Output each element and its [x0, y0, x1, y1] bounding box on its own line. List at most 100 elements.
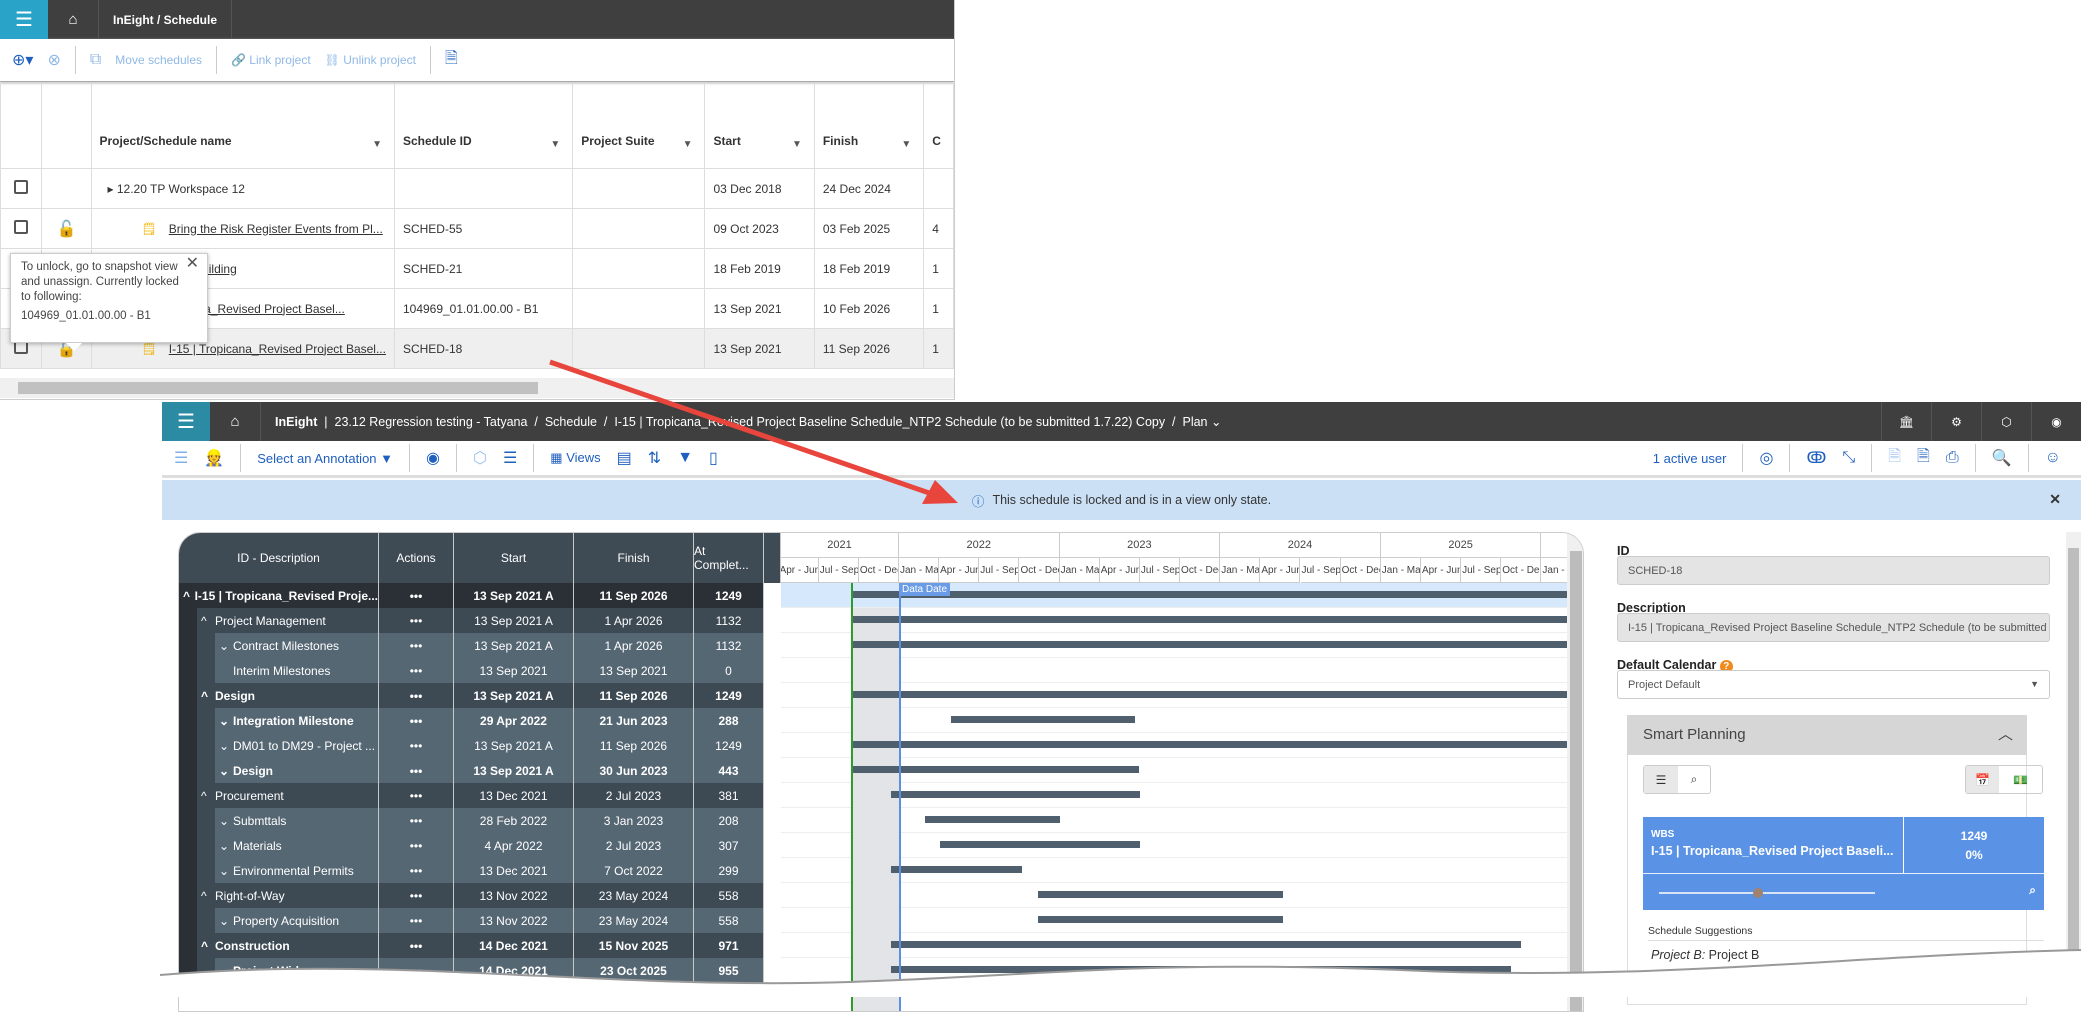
help-icon[interactable]: ⬡	[1981, 402, 2031, 441]
menu-icon[interactable]: ☰	[0, 0, 48, 39]
actions-menu-icon[interactable]: •••	[379, 733, 454, 758]
slider-handle[interactable]	[1753, 888, 1763, 898]
gantt-bar[interactable]	[850, 616, 1567, 623]
gantt-bar[interactable]	[890, 866, 1022, 873]
unlock-icon[interactable]: 🔓	[56, 221, 76, 238]
col-finish[interactable]: Finish	[574, 533, 694, 583]
actions-menu-icon[interactable]: •••	[379, 633, 454, 658]
grid-row[interactable]: ⌄ Property Acquisition ••• 13 Nov 2022 23 Ma…	[179, 908, 781, 933]
annotation-select[interactable]: Select an Annotation ▼	[257, 451, 393, 466]
expand-icon[interactable]: ▸	[108, 182, 114, 196]
schedule-link[interactable]: I-15 | Tropicana_Revised Project Basel..…	[169, 342, 386, 356]
actions-menu-icon[interactable]: •••	[379, 883, 454, 908]
gantt-bar[interactable]	[850, 691, 1567, 698]
actions-menu-icon[interactable]: •••	[379, 708, 454, 733]
vertical-scrollbar[interactable]	[1567, 533, 1583, 1011]
gantt-bar[interactable]	[850, 766, 1139, 773]
gantt-bar[interactable]	[850, 641, 1567, 648]
bank-icon[interactable]: 🏛	[1881, 402, 1931, 441]
search-icon[interactable]: ⌕	[1848, 965, 1855, 980]
grid-row[interactable]: ^ Procurement ••• 13 Dec 2021 2 Jul 2023 381	[179, 783, 781, 808]
expand-icon[interactable]: ⌄	[219, 814, 233, 828]
grid-row[interactable]: ^ Project Management ••• 13 Sep 2021 A1 Apr…	[179, 608, 781, 633]
col-start[interactable]: Start ▼	[704, 83, 815, 169]
actions-menu-icon[interactable]: •••	[379, 808, 454, 833]
expand-icon[interactable]: ⌄	[219, 914, 233, 928]
collapse-icon[interactable]: ^	[201, 614, 215, 628]
unlink-project-button[interactable]: ⛓ Unlink project	[325, 53, 416, 67]
crumb-schedule-name[interactable]: I-15 | Tropicana_Revised Project Baselin…	[614, 415, 1165, 429]
cube-icon[interactable]: ⬡	[473, 448, 487, 468]
gantt-bar[interactable]	[891, 966, 1511, 973]
actions-menu-icon[interactable]: •••	[379, 758, 454, 783]
actions-menu-icon[interactable]: •••	[379, 908, 454, 933]
close-icon[interactable]: ✕	[186, 256, 199, 272]
expand-icon[interactable]: ⌄	[219, 739, 233, 753]
search-icon[interactable]: 🔍	[1992, 448, 2012, 468]
gear-icon[interactable]: ⚙	[1931, 402, 1981, 441]
grid-row[interactable]: ^ Construction ••• 14 Dec 2021 15 Nov 2025 97…	[179, 933, 781, 958]
grid-row[interactable]: ⌄ Contract Milestones ••• 13 Sep 2021 A1 Ap…	[179, 633, 781, 658]
link-project-button[interactable]: 🔗 Link project	[231, 53, 311, 67]
gantt-bar[interactable]	[950, 716, 1135, 723]
grid-row[interactable]: ⌄ DM01 to DM29 - Project ... ••• 13 Sep 202…	[179, 733, 781, 758]
gantt-bar[interactable]	[850, 741, 1567, 748]
filter-icon[interactable]: ▼	[677, 449, 693, 467]
table-row[interactable]: 🔓 🗒 Bring the Risk Register Events from Pl…	[0, 208, 954, 249]
export-icon[interactable]: 🗎	[1917, 445, 1930, 472]
row-checkbox[interactable]	[14, 220, 29, 234]
grid-row[interactable]: ⌄ Submttals ••• 28 Feb 2022 3 Jan 2023 208	[179, 808, 781, 833]
horizontal-scrollbar[interactable]	[0, 378, 954, 398]
smart-planning-header[interactable]: Smart Planning ︿	[1627, 715, 2027, 755]
cancel-icon[interactable]: ⊗	[47, 50, 60, 70]
gantt-bar[interactable]	[1038, 916, 1283, 923]
snapshot-icon[interactable]: ◎	[1759, 448, 1773, 468]
col-id-description[interactable]: ID - Description	[179, 533, 379, 583]
calendar-select[interactable]: Project Default ▼	[1617, 670, 2050, 699]
path-icon[interactable]: ↂ	[1806, 448, 1826, 468]
col-finish[interactable]: Finish ▼	[813, 83, 925, 169]
expand-icon[interactable]: ⌄	[219, 764, 233, 778]
gantt-bar[interactable]	[891, 941, 1521, 948]
col-at-complete[interactable]: At Complet...	[694, 533, 764, 583]
gantt-bar[interactable]	[890, 791, 1140, 798]
col-c[interactable]: C	[923, 83, 954, 169]
col-name[interactable]: Project/Schedule name ▼	[90, 83, 395, 169]
collapse-icon[interactable]: ⤡	[1842, 449, 1855, 467]
home-icon[interactable]: ⌂	[48, 0, 99, 39]
grid-row[interactable]: ^ Right-of-Way ••• 13 Nov 2022 23 May 2024 55…	[179, 883, 781, 908]
views-button[interactable]: ▦ Views	[550, 450, 600, 466]
smart-icon[interactable]: ☺	[2045, 449, 2061, 467]
print-icon[interactable]: ⎙	[1946, 449, 1959, 467]
actions-menu-icon[interactable]: •••	[379, 933, 454, 958]
col-project-suite[interactable]: Project Suite ▼	[572, 83, 706, 169]
grid-row[interactable]: ⌄ Project Wide ••• 14 Dec 2021 23 Oct 2025 95…	[179, 958, 781, 983]
expand-icon[interactable]: ⌄	[219, 714, 233, 728]
gantt-bar[interactable]	[939, 841, 1140, 848]
close-icon[interactable]: ✕	[2049, 491, 2061, 508]
sort-icon[interactable]: ⇅	[648, 448, 661, 468]
crumb-schedule[interactable]: Schedule	[545, 415, 597, 429]
eye-icon[interactable]: ◉	[426, 448, 440, 468]
grid-row[interactable]: ⌄ Integration Milestone ••• 29 Apr 2022 21 J…	[179, 708, 781, 733]
gantt-bar[interactable]	[850, 591, 1567, 598]
grid-row[interactable]: ^ I-15 | Tropicana_Revised Proje... ••• 13 …	[179, 583, 781, 608]
collapse-icon[interactable]: ^	[201, 939, 215, 953]
wbs-icon[interactable]: ☰	[174, 448, 188, 468]
move-schedules-button[interactable]: Move schedules	[115, 53, 202, 67]
split-icon[interactable]: ▯	[709, 448, 718, 468]
collapse-icon[interactable]: ^	[201, 689, 215, 703]
calendar-icon[interactable]: 📅	[1966, 766, 2000, 793]
grid-row[interactable]: ^ Design ••• 13 Sep 2021 A 11 Sep 2026 1249	[179, 683, 781, 708]
collapse-icon[interactable]: ^	[201, 789, 215, 803]
grid-row[interactable]: ⌄ Design ••• 13 Sep 2021 A 30 Jun 2023 443	[179, 758, 781, 783]
expand-icon[interactable]: ⌄	[219, 639, 233, 653]
grid-row[interactable]: Interim Milestones ••• 13 Sep 2021 13 Sep 2…	[179, 658, 781, 683]
actions-menu-icon[interactable]: •••	[379, 958, 454, 983]
columns-icon[interactable]: ▤	[617, 448, 632, 468]
panel-scrollbar[interactable]	[2066, 532, 2081, 997]
note-icon[interactable]: ▇	[1830, 967, 1839, 981]
actions-menu-icon[interactable]: •••	[379, 683, 454, 708]
search-icon[interactable]: ⌕	[2029, 883, 2036, 898]
actions-menu-icon[interactable]: •••	[379, 608, 454, 633]
